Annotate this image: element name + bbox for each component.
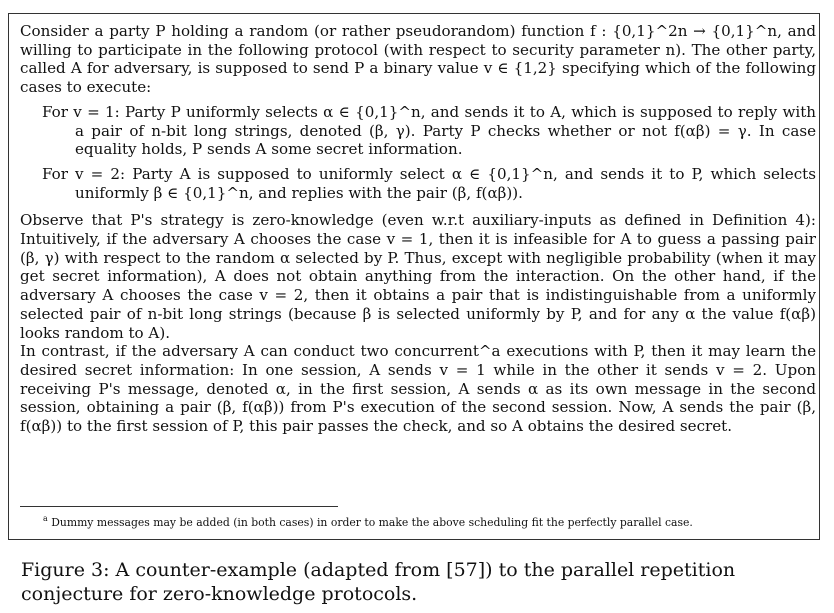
observation-paragraph: Observe that P's strategy is zero-knowle… [20, 211, 816, 342]
footnote: a Dummy messages may be added (in both c… [43, 512, 693, 530]
contrast-paragraph: In contrast, if the adversary A can cond… [20, 342, 816, 436]
figure-body: Consider a party P holding a random (or … [20, 22, 816, 436]
case-v1: For v = 1: Party P uniformly selects α ∈… [42, 102, 816, 159]
footnote-text: Dummy messages may be added (in both cas… [51, 516, 693, 529]
case-v2: For v = 2: Party A is supposed to unifor… [42, 164, 816, 202]
footnote-rule [20, 506, 338, 507]
intro-paragraph: Consider a party P holding a random (or … [20, 22, 816, 97]
footnote-mark: a [43, 514, 48, 523]
figure-caption: Figure 3: A counter-example (adapted fro… [21, 559, 736, 605]
